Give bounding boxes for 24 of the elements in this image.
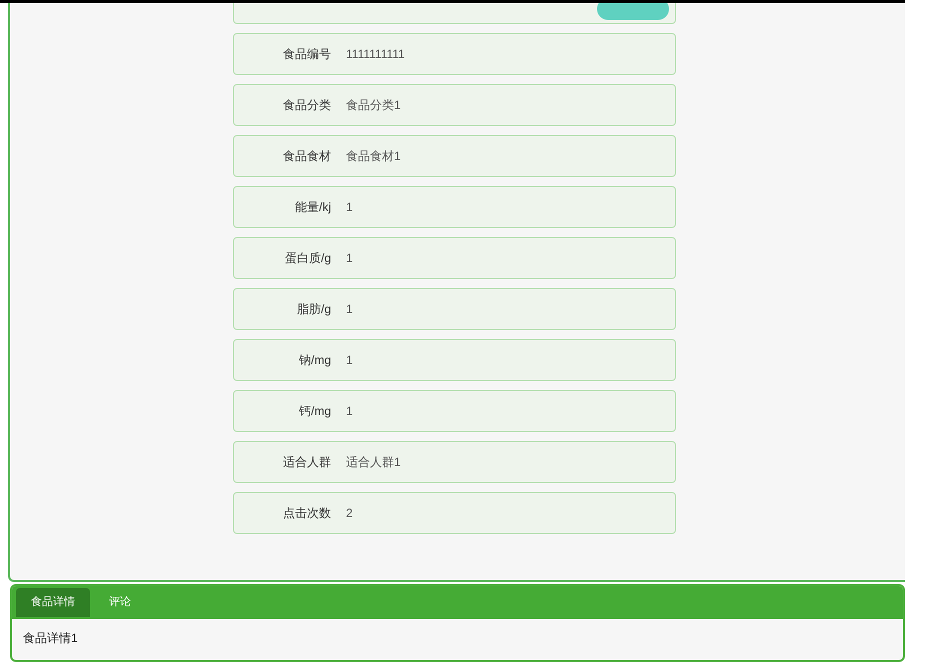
field-label: 点击次数 (282, 505, 331, 522)
field-value: 1 (346, 250, 353, 267)
field-label: 脂肪/g (296, 301, 331, 318)
field-label: 蛋白质/g (284, 250, 331, 267)
tab[interactable]: 食品详情 (16, 588, 90, 617)
field-value: 食品分类1 (346, 97, 401, 114)
field-label: 能量/kj (294, 199, 331, 216)
field-value: 2 (346, 505, 353, 522)
field-label: 食品编号 (282, 46, 331, 63)
field-value: 1 (346, 301, 353, 318)
field-value: 1 (346, 352, 353, 369)
field-label: 钠/mg (298, 352, 331, 369)
field-value: 1 (346, 403, 353, 420)
tab-content-text: 食品详情1 (22, 630, 79, 647)
action-button[interactable] (597, 3, 669, 20)
tab[interactable]: 评论 (94, 588, 146, 617)
field-label: 食品食材 (282, 148, 331, 165)
field-label: 钙/mg (298, 403, 331, 420)
field-value: 适合人群1 (346, 454, 401, 471)
field-value: 1111111111 (346, 46, 405, 63)
field-value: 1 (346, 199, 353, 216)
field-label: 食品分类 (282, 97, 331, 114)
field-value: 食品食材1 (346, 148, 401, 165)
field-label: 适合人群 (282, 454, 331, 471)
